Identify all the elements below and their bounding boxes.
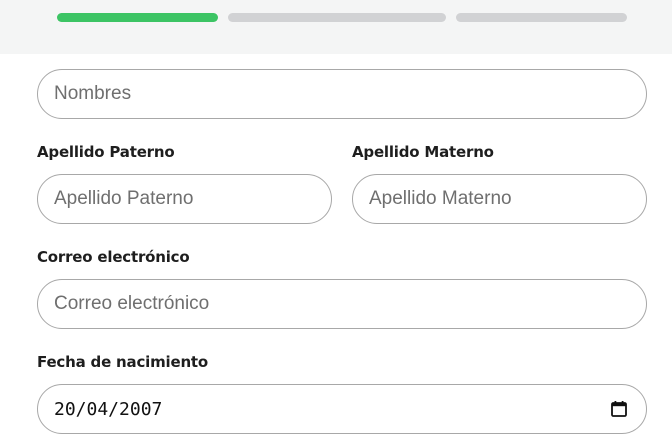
apellido-materno-input[interactable] <box>369 188 628 210</box>
apellido-paterno-label: Apellido Paterno <box>37 143 175 161</box>
correo-label: Correo electrónico <box>37 248 190 266</box>
correo-field[interactable] <box>37 279 647 329</box>
fecha-nacimiento-field[interactable]: 20/04/2007 <box>37 384 647 434</box>
progress-header <box>0 0 672 54</box>
apellido-materno-field[interactable] <box>352 174 647 224</box>
apellido-materno-label: Apellido Materno <box>352 143 494 161</box>
progress-step-1 <box>57 13 218 22</box>
fecha-nacimiento-label: Fecha de nacimiento <box>37 353 208 371</box>
nombres-input[interactable] <box>54 83 628 105</box>
fecha-nacimiento-value[interactable]: 20/04/2007 <box>54 399 610 420</box>
apellido-paterno-field[interactable] <box>37 174 332 224</box>
correo-input[interactable] <box>54 293 628 315</box>
nombres-field[interactable] <box>37 69 647 119</box>
progress-step-3 <box>456 13 627 22</box>
calendar-icon[interactable] <box>610 400 628 418</box>
progress-step-2 <box>228 13 446 22</box>
apellido-paterno-input[interactable] <box>54 188 313 210</box>
